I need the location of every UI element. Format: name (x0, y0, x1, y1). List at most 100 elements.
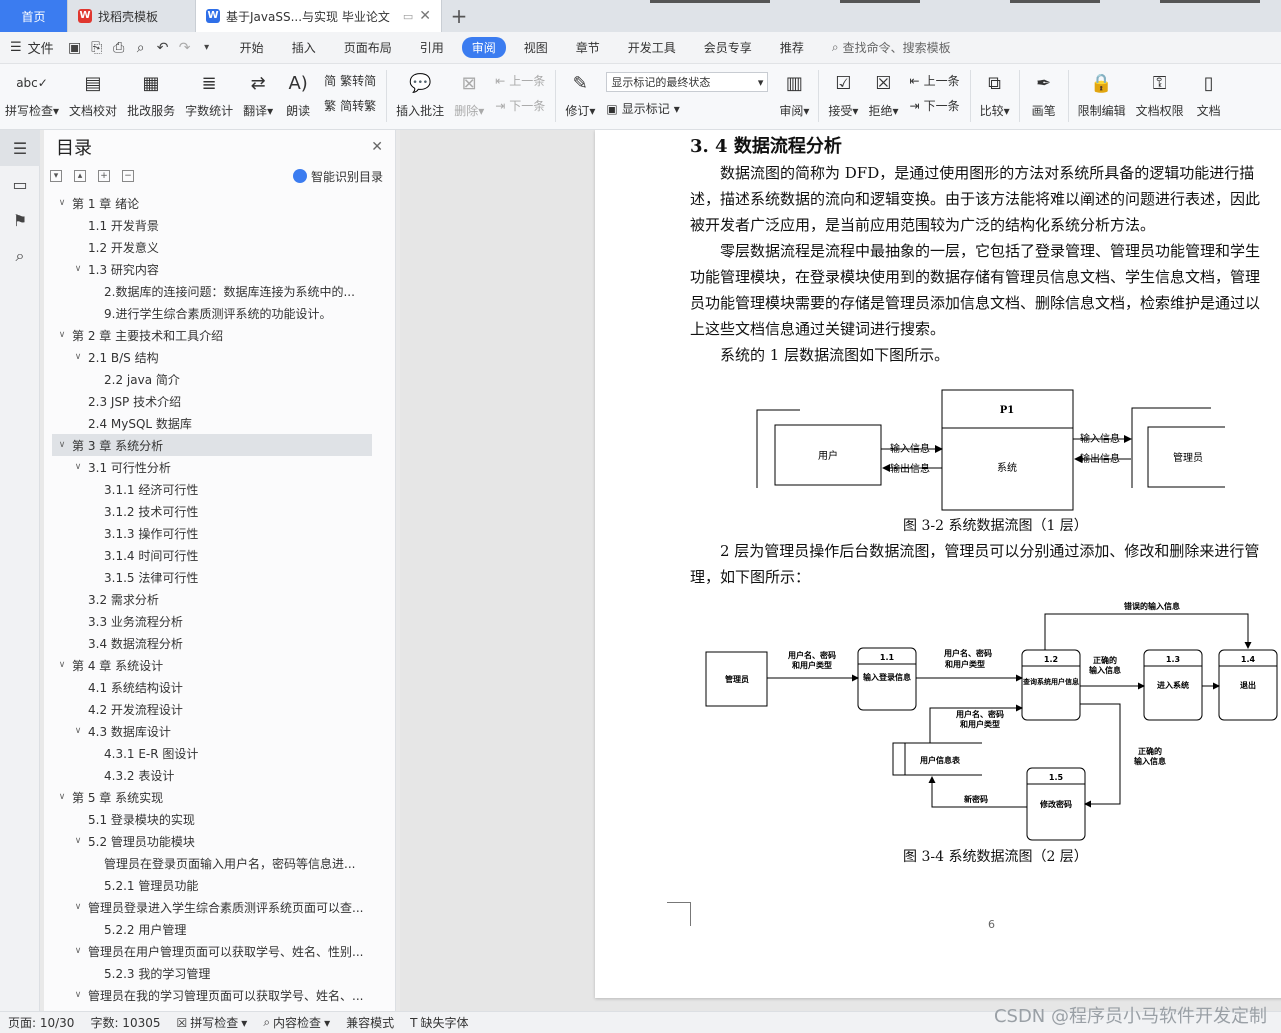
toc-item[interactable]: ∨ 第 3 章 系统分析 (52, 434, 372, 456)
more-chevron-icon[interactable]: ▾ (196, 37, 218, 59)
menu-tab[interactable]: 会员专享 (694, 37, 762, 58)
toc-item[interactable]: ∨ 2.1 B/S 结构 (52, 346, 372, 368)
tab-template[interactable]: W 找稻壳模板 (68, 0, 196, 32)
add-heading-icon[interactable]: + (98, 170, 110, 182)
chevron-down-icon[interactable]: ∨ (56, 198, 68, 208)
doc-more-button[interactable]: ▯ 文档 (1189, 68, 1229, 126)
toc-item[interactable]: ∨ 管理员在我的学习管理页面可以获取学号、姓名、... (52, 984, 372, 1006)
pen-button[interactable]: ✒ 画笔 (1024, 68, 1064, 126)
menu-tab[interactable]: 视图 (514, 37, 558, 58)
word-count-indicator[interactable]: 字数: 10305 (90, 1014, 160, 1031)
toc-item[interactable]: 3.1.5 法律可行性 (52, 566, 372, 588)
toc-item[interactable]: 3.1.2 技术可行性 (52, 500, 372, 522)
chevron-down-icon[interactable]: ∨ (56, 660, 68, 670)
preview-icon[interactable]: ⌕ (130, 37, 152, 59)
next-change-button[interactable]: ⇥ 下一条 (910, 97, 960, 114)
tab-document[interactable]: W 基于JavaSS...与实现 毕业论文 ▭ ✕ (196, 0, 442, 32)
prev-comment-button[interactable]: ⇤ 上一条 (495, 72, 545, 89)
new-tab-button[interactable]: + (442, 0, 476, 32)
spell-check-button[interactable]: abc✓ 拼写检查▾ (0, 68, 64, 126)
bookmark-icon[interactable]: ⚑ (0, 202, 40, 238)
chevron-down-icon[interactable]: ∨ (72, 946, 84, 956)
chevron-down-icon[interactable]: ∨ (56, 440, 68, 450)
trad-to-simp-button[interactable]: 简繁转简 (324, 72, 376, 89)
toc-item[interactable]: 2.数据库的连接问题：数据库连接为系统中的... (52, 280, 372, 302)
search-icon[interactable]: ⌕ (0, 238, 40, 274)
undo-icon[interactable]: ↶ (152, 37, 174, 59)
missing-font-indicator[interactable]: T 缺失字体 (410, 1014, 468, 1031)
status-content-check[interactable]: ⌕ 内容检查 ▾ (263, 1014, 330, 1031)
toc-item[interactable]: 4.1 系统结构设计 (52, 676, 372, 698)
toc-item[interactable]: ∨ 第 4 章 系统设计 (52, 654, 372, 676)
toc-item[interactable]: 管理员在登录页面输入用户名，密码等信息进... (52, 852, 372, 874)
redo-icon[interactable]: ↷ (174, 37, 196, 59)
toc-item[interactable]: 9.进行学生综合素质测评系统的功能设计。 (52, 302, 372, 324)
document-page[interactable]: 3. 4 数据流程分析 数据流图的简称为 DFD，是通过使用图形的方法对系统所具… (595, 130, 1281, 998)
file-menu[interactable]: ☰ 文件 (0, 38, 64, 57)
review-pane-button[interactable]: ▥ 审阅▾ (774, 68, 814, 126)
restrict-edit-button[interactable]: 🔒 限制编辑 (1073, 68, 1131, 126)
word-count-button[interactable]: ≣ 字数统计 (180, 68, 238, 126)
show-markup-button[interactable]: ▣ 显示标记 ▾ (606, 100, 768, 117)
delete-comment-button[interactable]: ⊠ 删除▾ (449, 68, 489, 126)
toc-item[interactable]: ∨ 4.3 数据库设计 (52, 720, 372, 742)
compare-button[interactable]: ⧉ 比较▾ (975, 68, 1015, 126)
toc-item[interactable]: 4.3.1 E-R 图设计 (52, 742, 372, 764)
doc-proof-button[interactable]: ▤ 文档校对 (64, 68, 122, 126)
toc-item[interactable]: ∨ 第 1 章 绪论 (52, 192, 372, 214)
toc-item[interactable]: 2.3 JSP 技术介绍 (52, 390, 372, 412)
toc-item[interactable]: 1.2 开发意义 (52, 236, 372, 258)
smart-toc-button[interactable]: 智能识别目录 (292, 168, 389, 185)
toc-item[interactable]: ∨ 管理员在用户管理页面可以获取学号、姓名、性别... (52, 940, 372, 962)
toc-item[interactable]: ∨ 管理员登录进入学生综合素质测评系统页面可以查... (52, 896, 372, 918)
toc-item[interactable]: 5.1 登录模块的实现 (52, 808, 372, 830)
next-comment-button[interactable]: ⇥ 下一条 (495, 97, 545, 114)
chevron-down-icon[interactable]: ∨ (56, 330, 68, 340)
chevron-down-icon[interactable]: ∨ (72, 836, 84, 846)
close-tab-icon[interactable]: ✕ (419, 8, 431, 24)
toc-item[interactable]: 3.4 数据流程分析 (52, 632, 372, 654)
print-icon[interactable]: ⎙ (108, 37, 130, 59)
toc-item[interactable]: 5.2.2 用户管理 (52, 918, 372, 940)
tab-home[interactable]: 首页 (0, 0, 68, 32)
remove-heading-icon[interactable]: − (122, 170, 134, 182)
menu-tab[interactable]: 推荐 (770, 37, 814, 58)
monitor-icon[interactable]: ▭ (403, 10, 413, 23)
chevron-down-icon[interactable]: ∨ (56, 792, 68, 802)
toc-item[interactable]: 2.2 java 简介 (52, 368, 372, 390)
menu-tab[interactable]: 审阅 (461, 37, 506, 58)
toc-item[interactable]: 2.4 MySQL 数据库 (52, 412, 372, 434)
chevron-down-icon[interactable]: ∨ (72, 902, 84, 912)
read-aloud-button[interactable]: A) 朗读 (278, 68, 318, 126)
chevron-down-icon[interactable]: ∨ (72, 352, 84, 362)
save-icon[interactable]: ▣ (64, 37, 86, 59)
toc-item[interactable]: ∨ 1.3 研究内容 (52, 258, 372, 280)
expand-all-icon[interactable]: ▾ (50, 170, 62, 182)
menu-tab[interactable]: 页面布局 (334, 37, 402, 58)
toc-item[interactable]: ∨ 5.2 管理员功能模块 (52, 830, 372, 852)
toc-item[interactable]: 5.2.1 管理员功能 (52, 874, 372, 896)
toc-item[interactable]: 3.1.3 操作可行性 (52, 522, 372, 544)
translate-button[interactable]: ⇄ 翻译▾ (238, 68, 278, 126)
export-pdf-icon[interactable]: ⎘ (86, 37, 108, 59)
toc-item[interactable]: ∨ 3.1 可行性分析 (52, 456, 372, 478)
accept-button[interactable]: ☑ 接受▾ (823, 68, 863, 126)
toc-item[interactable]: 4.2 开发流程设计 (52, 698, 372, 720)
batch-service-button[interactable]: ▦ 批改服务 (122, 68, 180, 126)
menu-tab[interactable]: 开发工具 (618, 37, 686, 58)
chevron-down-icon[interactable]: ∨ (72, 990, 84, 1000)
command-search[interactable]: ⌕ 查找命令、搜索模板 (832, 39, 951, 56)
menu-tab[interactable]: 开始 (230, 37, 274, 58)
collapse-all-icon[interactable]: ▴ (74, 170, 86, 182)
chevron-down-icon[interactable]: ∨ (72, 264, 84, 274)
menu-tab[interactable]: 引用 (410, 37, 454, 58)
reject-button[interactable]: ☒ 拒绝▾ (863, 68, 903, 126)
prev-change-button[interactable]: ⇤ 上一条 (910, 72, 960, 89)
toc-item[interactable]: ∨ 第 5 章 系统实现 (52, 786, 372, 808)
page-indicator[interactable]: 页面: 10/30 (8, 1014, 74, 1031)
toc-item[interactable]: 3.3 业务流程分析 (52, 610, 372, 632)
menu-tab[interactable]: 章节 (566, 37, 610, 58)
track-changes-button[interactable]: ✎ 修订▾ (560, 68, 600, 126)
close-icon[interactable]: ✕ (371, 139, 383, 155)
insert-comment-button[interactable]: 💬 插入批注 (391, 68, 449, 126)
